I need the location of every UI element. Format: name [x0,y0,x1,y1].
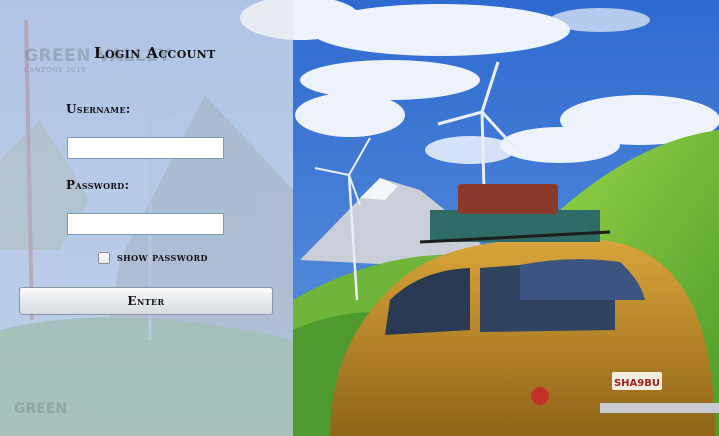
login-window: SHA9BU GREEN VALLEY CANZONE 2019 GREEN L… [0,0,719,436]
watermark-bottom: GREEN [14,401,68,417]
username-input[interactable] [67,137,224,159]
password-label: Password: [66,178,130,192]
enter-button[interactable]: Enter [19,287,273,315]
show-password-label[interactable]: show password [117,251,208,264]
password-input[interactable] [67,213,224,235]
login-panel: GREEN VALLEY CANZONE 2019 GREEN Login Ac… [0,0,293,436]
show-password-checkbox[interactable] [98,252,110,264]
login-title: Login Account [94,44,216,62]
username-label: Username: [66,102,131,116]
watermark-subtitle: CANZONE 2019 [24,66,87,74]
license-plate-text: SHA9BU [614,378,660,389]
